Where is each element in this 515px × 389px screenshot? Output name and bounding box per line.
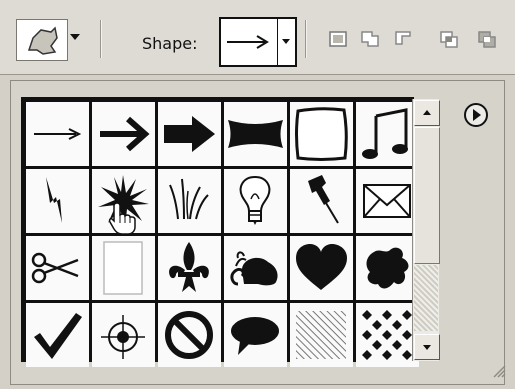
intersect-shape-icon[interactable]: [438, 28, 460, 50]
shape-bold-arrow[interactable]: [158, 102, 221, 166]
options-toolbar: Shape:: [0, 0, 515, 75]
custom-shape-tool-icon: [27, 26, 58, 55]
snail-icon: [230, 251, 278, 286]
shape-envelope[interactable]: [356, 169, 419, 233]
add-to-shape-icon[interactable]: [360, 28, 382, 50]
toolbar-separator: [305, 20, 306, 58]
envelope-icon: [363, 184, 411, 218]
exclude-shape-icon[interactable]: [476, 28, 498, 50]
pushpin-icon: [308, 175, 339, 224]
toolbar-separator: [100, 20, 101, 58]
shape-grass[interactable]: [158, 169, 221, 233]
shape-heart[interactable]: [290, 236, 353, 300]
diamond-mark: [402, 330, 412, 340]
shape-banner[interactable]: [224, 102, 287, 166]
no-symbol-icon: [165, 311, 213, 359]
arrow-icon: [100, 116, 150, 152]
bold-arrow-icon: [164, 116, 215, 152]
tool-preset-button[interactable]: [16, 19, 68, 61]
scroll-down-arrow-icon: [423, 345, 431, 350]
diamond-mark: [402, 310, 412, 320]
shape-snail[interactable]: [224, 236, 287, 300]
resize-grip-icon[interactable]: [490, 362, 506, 378]
shape-frame[interactable]: [290, 102, 353, 166]
diamond-mark: [382, 330, 392, 340]
diamond-mark: [372, 320, 382, 330]
shape-speech-bubble[interactable]: [224, 303, 287, 367]
lightning-icon: [46, 177, 62, 223]
light-bulb-icon: [239, 175, 271, 225]
diamond-mark: [402, 350, 412, 360]
shape-preview[interactable]: [219, 17, 279, 67]
shape-thin-arrow[interactable]: [26, 102, 89, 166]
scroll-up-arrow-icon: [423, 110, 431, 115]
shape-grid-scrollbar[interactable]: [412, 99, 440, 361]
shape-dropdown-button[interactable]: [277, 17, 297, 67]
subtract-shape-icon[interactable]: [394, 28, 416, 50]
fleur-de-lis-icon: [169, 242, 209, 292]
shape-no-symbol[interactable]: [158, 303, 221, 367]
diamond-mark: [362, 330, 372, 340]
heart-icon: [296, 244, 347, 290]
diamond-mark: [362, 350, 372, 360]
frame-icon: [295, 107, 348, 161]
diamond-grid-icon: [362, 310, 412, 360]
new-shape-icon[interactable]: [328, 28, 350, 50]
thin-arrow-icon: [34, 128, 82, 140]
scrollbar-thumb[interactable]: [414, 127, 440, 264]
shape-fleur-de-lis[interactable]: [158, 236, 221, 300]
diamond-mark: [392, 320, 402, 330]
diamond-mark: [362, 310, 372, 320]
scrollbar-track[interactable]: [414, 265, 438, 331]
crosshair-icon: [101, 315, 145, 359]
diamond-mark: [382, 310, 392, 320]
shape-pushpin[interactable]: [290, 169, 353, 233]
diamond-mark: [382, 350, 392, 360]
shape-lightning[interactable]: [26, 169, 89, 233]
shape-light-bulb[interactable]: [224, 169, 287, 233]
diagonal-lines-icon: [296, 311, 346, 359]
grass-icon: [169, 178, 209, 220]
shape-grid: [21, 97, 419, 367]
chevron-down-icon: [282, 39, 290, 44]
shape-music-notes[interactable]: [356, 102, 419, 166]
shape-crosshair[interactable]: [92, 303, 155, 367]
shape-label: Shape:: [142, 34, 198, 53]
shape-diamond-grid[interactable]: [356, 303, 419, 367]
music-notes-icon: [362, 108, 408, 159]
diamond-mark: [392, 340, 402, 350]
checkmark-icon: [34, 313, 82, 359]
banner-icon: [228, 120, 283, 148]
shape-diagonal-lines[interactable]: [290, 303, 353, 367]
scroll-up-button[interactable]: [414, 100, 440, 126]
thin-arrow-icon: [227, 35, 269, 49]
shape-scissors[interactable]: [26, 236, 89, 300]
scissors-icon: [31, 252, 79, 284]
shape-blank-page[interactable]: [92, 236, 155, 300]
speech-bubble-icon: [231, 317, 279, 355]
play-circle-icon[interactable]: [463, 102, 489, 128]
scroll-down-button[interactable]: [414, 334, 440, 360]
shape-checkmark[interactable]: [26, 303, 89, 367]
shape-arrow[interactable]: [92, 102, 155, 166]
tool-preset-dropdown-icon[interactable]: [70, 34, 80, 40]
diamond-mark: [372, 340, 382, 350]
shape-splat[interactable]: [356, 236, 419, 300]
hand-cursor-icon: [108, 202, 136, 235]
splat-icon: [366, 247, 409, 289]
blank-page-icon: [103, 241, 143, 295]
